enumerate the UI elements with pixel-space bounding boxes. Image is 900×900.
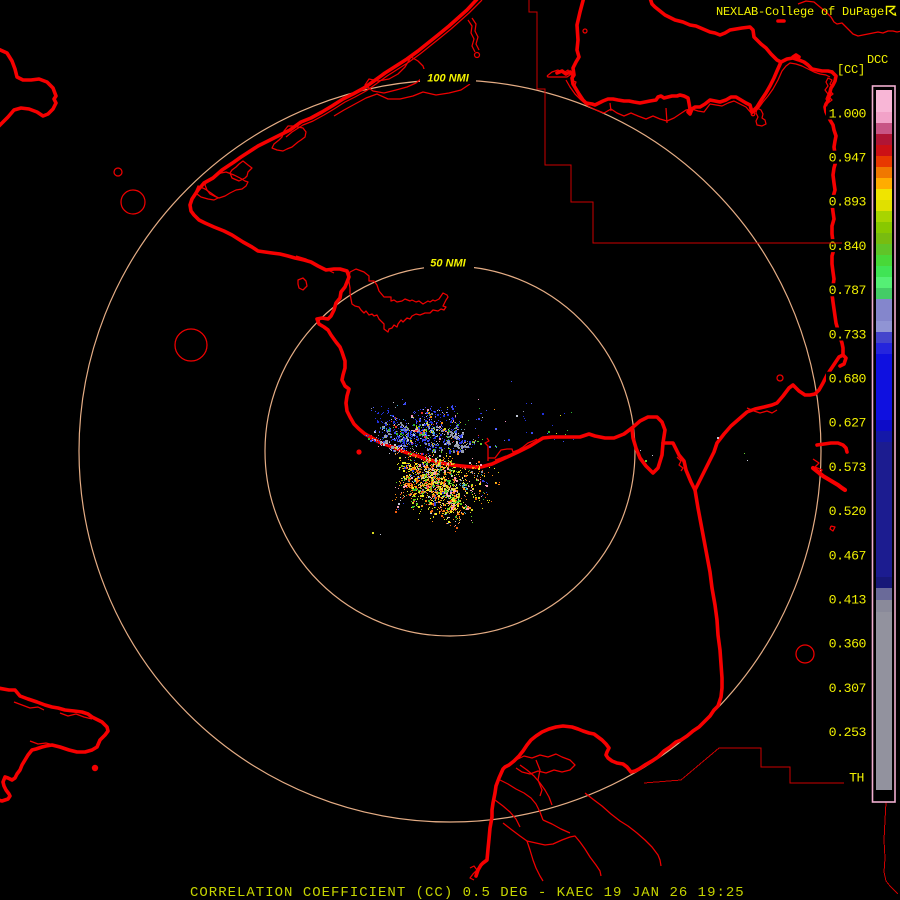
svg-text:0.360: 0.360 xyxy=(829,637,867,652)
svg-text:NEXLAB-College of DuPage: NEXLAB-College of DuPage xyxy=(716,5,884,19)
svg-text:0.520: 0.520 xyxy=(829,504,867,519)
svg-text:0.573: 0.573 xyxy=(829,460,867,475)
svg-text:0.893: 0.893 xyxy=(829,195,867,210)
svg-text:50 NMI: 50 NMI xyxy=(430,258,466,270)
svg-text:[CC]: [CC] xyxy=(837,63,865,77)
svg-text:0.947: 0.947 xyxy=(829,151,866,166)
svg-text:0.627: 0.627 xyxy=(829,416,866,431)
svg-text:0.840: 0.840 xyxy=(829,239,867,254)
svg-text:1.000: 1.000 xyxy=(829,106,867,121)
svg-text:TH: TH xyxy=(849,771,864,786)
svg-text:CORRELATION COEFFICIENT (CC) 0: CORRELATION COEFFICIENT (CC) 0.5 DEG - K… xyxy=(190,885,745,900)
svg-text:0.680: 0.680 xyxy=(829,372,867,387)
svg-text:100 NMI: 100 NMI xyxy=(427,73,470,85)
svg-text:0.307: 0.307 xyxy=(829,681,866,696)
svg-text:0.253: 0.253 xyxy=(829,725,867,740)
svg-text:0.787: 0.787 xyxy=(829,283,866,298)
svg-text:0.733: 0.733 xyxy=(829,327,867,342)
svg-text:0.467: 0.467 xyxy=(829,548,866,563)
svg-text:DCC: DCC xyxy=(867,53,888,67)
svg-text:0.413: 0.413 xyxy=(829,593,867,608)
